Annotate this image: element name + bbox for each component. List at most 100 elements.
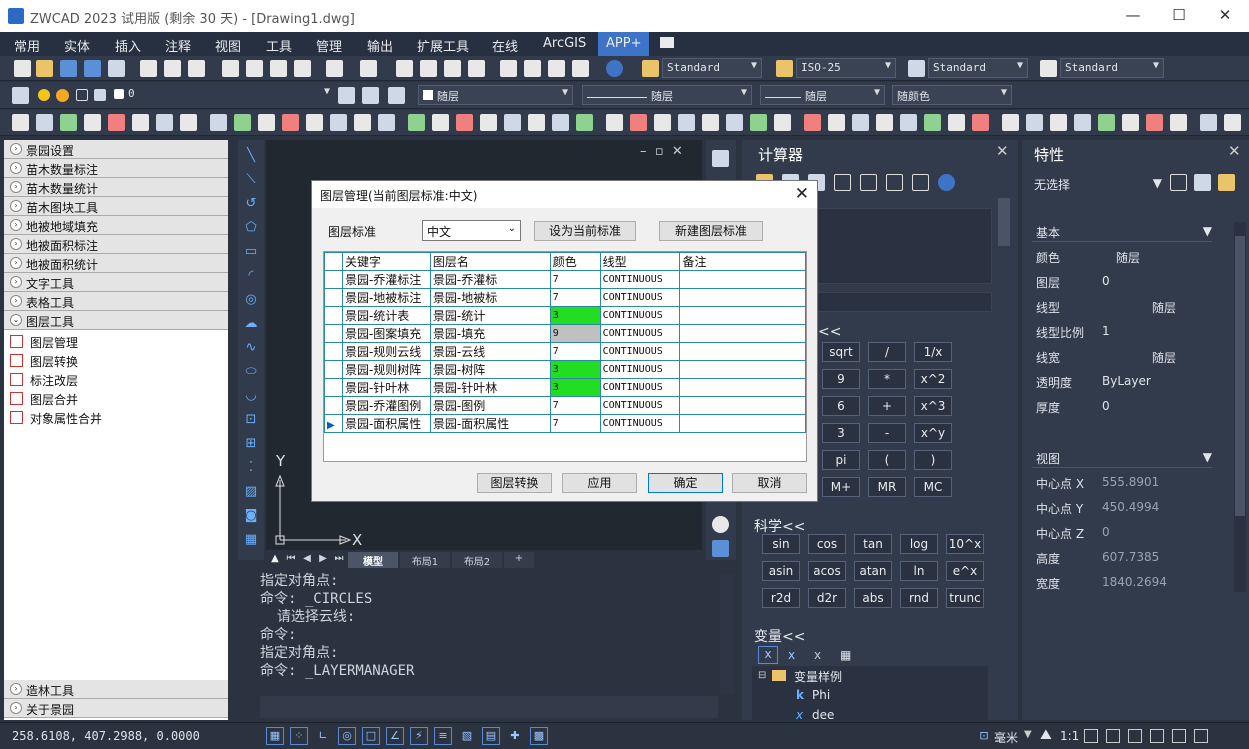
new-variable-icon[interactable]: x [758,646,778,664]
table-cell-ltype[interactable]: CONTINUOUS [599,324,681,343]
dyn-toggle-icon[interactable]: ⚡ [410,727,428,745]
landscape-tool-icon[interactable] [36,114,53,131]
column-header[interactable]: 图层名 [429,252,551,271]
landscape-tool-icon[interactable] [804,114,821,131]
zoom-window-icon[interactable] [444,60,461,77]
tool-palette-icon[interactable] [548,60,565,77]
landscape-tool-icon[interactable] [1200,114,1217,131]
table-cell-ltype[interactable]: CONTINUOUS [599,396,681,415]
table-cell-note[interactable] [679,288,806,307]
help-icon[interactable] [606,60,623,77]
linetype-select[interactable]: 随层 ▼ [582,85,752,105]
landscape-tool-icon[interactable] [1026,114,1043,131]
landscape-tool-icon[interactable] [234,114,251,131]
landscape-tool-icon[interactable] [1098,114,1115,131]
match-prop-icon[interactable] [294,60,311,77]
calc-help-icon[interactable] [938,174,955,191]
landscape-tool-icon[interactable] [948,114,965,131]
table-cell-name[interactable]: 景园-地被标 [429,288,551,307]
transparency-toggle-icon[interactable]: ▧ [458,727,476,745]
cancel-button[interactable]: 取消 [732,473,807,493]
property-row[interactable]: 宽度 1840.2694 [1032,572,1232,594]
group-layer-tools[interactable]: ⌄ 图层工具 [4,311,228,330]
landscape-tool-icon[interactable] [408,114,425,131]
variables-section-label[interactable]: 变量<< [754,626,805,646]
ok-button[interactable]: 确定 [648,473,723,493]
customize-icon[interactable] [1194,729,1208,743]
landscape-tool-icon[interactable] [1050,114,1067,131]
sci-key[interactable]: r2d [762,588,800,608]
menu-app-plus[interactable]: APP+ [598,32,650,56]
units-dropdown-icon[interactable]: ▼ [1024,729,1032,740]
quick-select-icon[interactable] [1218,174,1235,191]
properties-icon[interactable] [500,60,517,77]
property-row[interactable]: 颜色 随层 [1032,246,1232,268]
insert-block-icon[interactable]: ⊡ [242,412,260,430]
table-cell-key[interactable]: 景园-规则云线 [341,342,431,361]
menu-view[interactable]: 视图 [215,36,241,55]
tab-nav-first-icon[interactable]: ▲ [268,552,282,568]
group-text-tools[interactable]: › 文字工具 [4,273,228,292]
item-layer-convert[interactable]: 图层转换 [4,351,228,370]
table-cell-ltype[interactable]: CONTINUOUS [599,270,681,289]
sci-key[interactable]: rnd [900,588,938,608]
paste-icon[interactable] [270,60,287,77]
table-cell-note[interactable] [679,324,806,343]
row-indicator[interactable] [324,306,343,325]
maximize-button[interactable]: ☐ [1164,6,1194,24]
table-cell-ltype[interactable]: CONTINUOUS [599,378,681,397]
table-cell-color[interactable]: 7 [549,270,601,289]
minimize-button[interactable]: — [1118,6,1148,24]
landscape-tool-icon[interactable] [132,114,149,131]
multi-doc-icon[interactable] [108,60,125,77]
table-cell-color[interactable]: 3 [549,360,601,379]
landscape-tool-icon[interactable] [330,114,347,131]
calc-key[interactable]: M+ [822,477,860,497]
table-row[interactable]: 景园-针叶林 景园-针叶林 3 CONTINUOUS [324,378,806,397]
layer-states-icon[interactable] [388,87,405,104]
distance-icon[interactable] [860,174,877,191]
sci-key[interactable]: ln [900,561,938,581]
copy-icon[interactable] [246,60,263,77]
menu-output[interactable]: 输出 [367,36,393,55]
landscape-tool-icon[interactable] [774,114,791,131]
landscape-tool-icon[interactable] [84,114,101,131]
menu-home[interactable]: 常用 [14,36,40,55]
table-cell-ltype[interactable]: CONTINUOUS [599,342,681,361]
table-icon[interactable]: ▦ [242,532,260,550]
tab-add[interactable]: + [504,552,534,568]
calc-key[interactable]: pi [822,450,860,470]
landscape-tool-icon[interactable] [180,114,197,131]
table-row[interactable]: 景园-乔灌标注 景园-乔灌标 7 CONTINUOUS [324,270,806,289]
table-cell-color[interactable]: 9 [549,324,601,343]
calc-key[interactable]: x^2 [914,369,952,389]
command-scrollbar[interactable] [720,574,734,694]
annotation-scale[interactable]: 1:1 [1060,729,1079,743]
landscape-tool-icon[interactable] [1170,114,1187,131]
open-icon[interactable] [36,60,53,77]
arc-icon[interactable]: ◜ [242,268,260,286]
table-style-select[interactable]: Standard ▼ [928,58,1028,78]
calc-key[interactable]: - [868,423,906,443]
table-cell-key[interactable]: 景园-针叶林 [341,378,431,397]
table-row[interactable]: 景园-规则云线 景园-云线 7 CONTINUOUS [324,342,806,361]
new-layer-standard-button[interactable]: 新建图层标准 [659,221,763,241]
tab-layout1[interactable]: 布局1 [400,552,450,568]
print-icon[interactable] [140,60,157,77]
color-select[interactable]: 随层 ▼ [418,85,573,105]
item-object-prop-merge[interactable]: 对象属性合并 [4,408,228,427]
landscape-tool-icon[interactable] [504,114,521,131]
calc-key[interactable]: MC [914,477,952,497]
selection-select[interactable]: 无选择 ▼ [1034,176,1162,193]
layer-manager-icon[interactable] [12,87,29,104]
table-cell-note[interactable] [679,378,806,397]
grid-toggle-icon[interactable]: ▦ [266,727,284,745]
landscape-tool-icon[interactable] [750,114,767,131]
rectangle-icon[interactable]: ▭ [242,244,260,262]
property-row[interactable]: 线宽 随层 [1032,346,1232,368]
tree-expand-icon[interactable]: ⊟ [758,670,766,681]
plotstyle-select[interactable]: 随颜色 ▼ [892,85,1012,105]
table-cell-key[interactable]: 景园-统计表 [341,306,431,325]
plot-icon[interactable] [188,60,205,77]
row-indicator[interactable] [324,360,343,379]
